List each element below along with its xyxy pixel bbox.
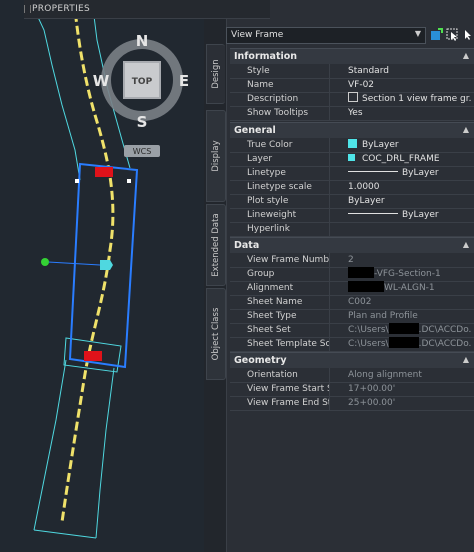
wcs-label: WCS [133,147,152,156]
prop-row-plot-style[interactable]: Plot style ByLayer [230,194,474,209]
prop-row-start-station[interactable]: View Frame Start Statio...17+00.00' [230,382,474,397]
prop-row-sheet-type[interactable]: Sheet Type Plan and Profile [230,309,474,324]
redaction [388,323,419,334]
prop-row-orientation[interactable]: Orientation Along alignment [230,368,474,383]
compass-east: E [179,72,189,90]
road-edge-left-lower [33,359,67,531]
compass-west: W [93,72,110,90]
linetype-preview [348,171,398,172]
redaction [388,337,419,348]
tab-object-class[interactable]: Object Class [206,288,226,380]
quick-select-icon[interactable] [430,28,443,41]
redaction [348,281,384,292]
compass-north: N [136,32,149,50]
layer-color-swatch [348,154,355,161]
select-objects-icon[interactable] [446,28,459,41]
prop-row-hyperlink[interactable]: Hyperlink [230,222,474,237]
prop-row-linetype-scale[interactable]: Linetype scale 1.0000 [230,180,474,195]
chevron-down-icon: ▼ [414,29,421,38]
prop-row-alignment[interactable]: Alignment WL-ALGN-1 [230,281,474,296]
drawing-viewport[interactable]: N S E W TOP WCS ▬ ❐ ✕ [0,0,204,552]
prop-row-sheet-template-source[interactable]: Sheet Template SourceC:\Users\.DC\ACCDo.… [230,337,474,352]
section-information[interactable]: Information ▲ [230,48,474,64]
prop-row-view-frame-number[interactable]: View Frame Number 2 [230,253,474,268]
collapse-icon: ▲ [462,240,469,249]
section-general[interactable]: General ▲ [230,122,474,138]
compass-south: S [137,113,148,131]
collapse-icon: ▲ [462,51,469,60]
road-edge-left-upper [29,0,81,181]
palette-tab-strip: Design Display Extended Data Object Clas… [204,0,227,552]
prop-row-name[interactable]: Name VF-02 [230,78,474,93]
section-data[interactable]: Data ▲ [230,237,474,253]
frame-grip-corner-tl [75,179,79,183]
toggle-pickadd-icon[interactable] [462,28,474,41]
description-icon [348,92,358,102]
prop-row-end-station[interactable]: View Frame End Statio...25+00.00' [230,396,474,411]
prop-row-description[interactable]: Description Section 1 view frame gr... [230,92,474,107]
frame-grip-top[interactable] [95,167,113,177]
section-geometry[interactable]: Geometry ▲ [230,352,474,368]
redaction [348,267,374,278]
prop-row-lineweight[interactable]: Lineweight ByLayer [230,208,474,223]
prop-row-layer[interactable]: Layer COC_DRL_FRAME [230,152,474,167]
palette-title: PROPERTIES [32,4,91,14]
collapse-icon: ▲ [462,355,469,364]
prop-row-show-tooltips[interactable]: Show Tooltips Yes [230,106,474,121]
frame-grip-bottom[interactable] [84,351,102,361]
prop-row-true-color[interactable]: True Color ByLayer [230,138,474,153]
drawing-canvas[interactable]: N S E W TOP WCS [0,0,204,552]
tab-display[interactable]: Display [206,110,226,202]
object-type-select[interactable]: View Frame ▼ [226,27,426,44]
road-edge-right-lower [95,367,115,539]
frame-grip-center[interactable] [100,260,113,270]
viewcube-top-label: TOP [132,77,153,87]
frame-grip-corner-br [127,179,131,183]
road-edge-bottom [33,529,97,539]
prop-row-style[interactable]: Style Standard [230,64,474,79]
rotation-grip[interactable] [41,258,49,266]
prop-row-linetype[interactable]: Linetype ByLayer [230,166,474,181]
prop-row-sheet-set[interactable]: Sheet Set C:\Users\ .DC\ACCDo... [230,323,474,338]
collapse-icon: ▲ [462,125,469,134]
lineweight-preview [348,213,398,214]
palette-title-bar[interactable]: PROPERTIES [24,0,270,19]
grip-icon [24,5,31,13]
prop-row-sheet-name[interactable]: Sheet Name C002 [230,295,474,310]
color-swatch [348,139,357,148]
tab-design[interactable]: Design [206,44,225,104]
tab-extended-data[interactable]: Extended Data [206,204,226,286]
object-type-value: View Frame [231,30,284,40]
prop-row-group[interactable]: Group -VFG-Section-1 [230,267,474,282]
